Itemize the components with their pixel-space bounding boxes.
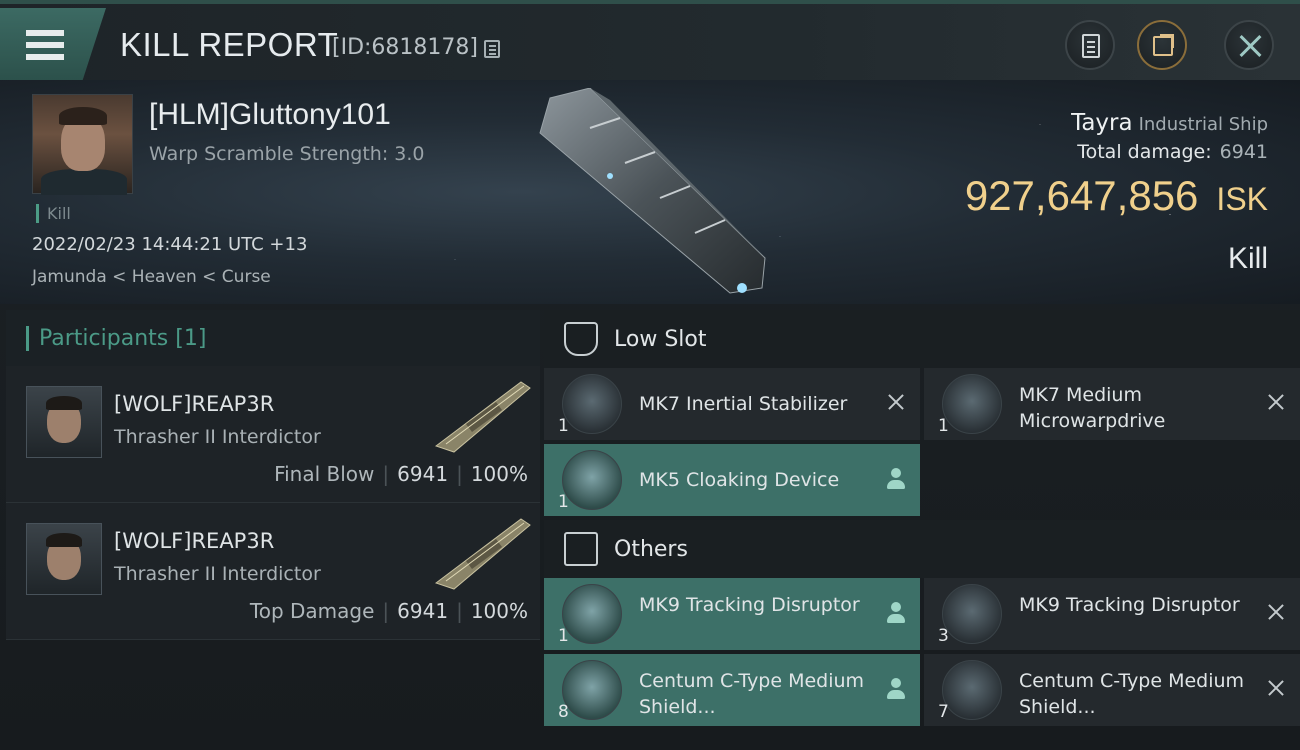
- shield-extender-icon: [942, 660, 1002, 720]
- empty-cell: [924, 444, 1300, 516]
- victim-avatar[interactable]: [32, 94, 133, 195]
- destroyed-icon: [1266, 392, 1286, 412]
- low-slot-header: Low Slot: [544, 310, 1300, 368]
- ship-class: Industrial Ship: [1138, 114, 1268, 135]
- ship-name[interactable]: Tayra Industrial Ship: [1071, 110, 1268, 136]
- participant-row[interactable]: [WOLF]REAP3R Thrasher II Interdictor Fin…: [6, 366, 540, 503]
- item-quantity: 1: [558, 626, 569, 646]
- dropped-icon: [886, 602, 906, 624]
- participant-avatar[interactable]: [26, 523, 102, 595]
- total-damage: Total damage: 6941: [1077, 141, 1268, 163]
- dropped-icon: [886, 468, 906, 490]
- item-row[interactable]: 1 MK5 Cloaking Device: [544, 444, 920, 516]
- item-quantity: 1: [558, 416, 569, 436]
- tracking-disruptor-icon: [562, 584, 622, 644]
- participants-panel: Participants [1] [WOLF]REAP3R Thrasher I…: [6, 310, 540, 750]
- participant-stats: Top Damage | 6941 | 100%: [249, 599, 528, 623]
- participant-row[interactable]: [WOLF]REAP3R Thrasher II Interdictor Top…: [6, 503, 540, 640]
- isk-value: 927,647,856 ISK: [965, 172, 1268, 220]
- kill-datetime: 2022/02/23 14:44:21 UTC +13: [32, 234, 308, 255]
- item-quantity: 1: [558, 492, 569, 512]
- hamburger-icon: [26, 30, 64, 60]
- others-label: Others: [614, 536, 688, 562]
- item-name: MK9 Tracking Disruptor: [639, 594, 860, 616]
- participant-ship-image: [434, 381, 531, 453]
- result-label: Kill: [1227, 242, 1268, 275]
- total-damage-label: Total damage:: [1077, 141, 1212, 163]
- low-slot-label: Low Slot: [614, 326, 707, 352]
- dropped-icon: [886, 678, 906, 700]
- item-row[interactable]: 1 MK7 Medium Microwarpdrive: [924, 368, 1300, 440]
- item-quantity: 7: [938, 702, 949, 722]
- participant-stats: Final Blow | 6941 | 100%: [274, 462, 528, 486]
- menu-button[interactable]: [0, 8, 106, 80]
- kill-location: Jamunda < Heaven < Curse: [32, 267, 271, 287]
- item-quantity: 8: [558, 702, 569, 722]
- participant-ship-image: [434, 518, 531, 590]
- participant-ship: Thrasher II Interdictor: [114, 426, 321, 448]
- cloaking-device-icon: [562, 450, 622, 510]
- participants-header: Participants [1]: [6, 310, 540, 366]
- item-row[interactable]: 1 MK7 Inertial Stabilizer: [544, 368, 920, 440]
- participant-ship: Thrasher II Interdictor: [114, 563, 321, 585]
- report-id: [ID:6818178]: [332, 35, 478, 60]
- share-icon: [1153, 34, 1174, 56]
- destroyed-icon: [1266, 678, 1286, 698]
- cargo-box-icon: [564, 532, 598, 566]
- participant-name: [WOLF]REAP3R: [114, 529, 275, 553]
- others-header: Others: [544, 520, 1300, 578]
- item-row[interactable]: 8 Centum C-Type Medium Shield...: [544, 654, 920, 726]
- victim-name[interactable]: [HLM]Gluttony101: [149, 98, 391, 132]
- ship-image: [539, 88, 770, 294]
- fitting-panel: Low Slot 1 MK7 Inertial Stabilizer 1 MK7…: [544, 310, 1300, 750]
- participant-percent: 100%: [470, 462, 528, 486]
- item-name: MK9 Tracking Disruptor: [1019, 594, 1240, 616]
- participant-stat-label: Final Blow: [274, 462, 375, 486]
- microwarpdrive-icon: [942, 374, 1002, 434]
- inertial-stabilizer-icon: [562, 374, 622, 434]
- share-button[interactable]: [1137, 20, 1187, 70]
- participant-damage: 6941: [397, 462, 449, 486]
- item-name: MK7 Inertial Stabilizer: [639, 393, 848, 415]
- kill-tag: Kill: [36, 204, 71, 223]
- item-name: Centum C-Type Medium Shield...: [639, 670, 865, 718]
- low-slot-icon: [564, 322, 598, 356]
- kill-report-window: { "header": { "title": "KILL REPORT", "r…: [0, 0, 1300, 750]
- tracking-disruptor-icon: [942, 584, 1002, 644]
- destroyed-icon: [1266, 602, 1286, 622]
- title-bar: KILL REPORT [ID:6818178]: [0, 0, 1300, 80]
- total-damage-value: 6941: [1219, 141, 1268, 163]
- participants-count: [1]: [175, 325, 207, 351]
- participant-percent: 100%: [470, 599, 528, 623]
- page-title: KILL REPORT: [120, 26, 339, 63]
- document-icon: [1082, 34, 1100, 58]
- item-row[interactable]: 1 MK9 Tracking Disruptor: [544, 578, 920, 650]
- item-quantity: 3: [938, 626, 949, 646]
- item-name: Centum C-Type Medium Shield...: [1019, 670, 1245, 718]
- participant-name: [WOLF]REAP3R: [114, 392, 275, 416]
- kill-banner: [HLM]Gluttony101 Warp Scramble Strength:…: [0, 80, 1300, 304]
- destroyed-icon: [886, 392, 906, 412]
- item-row[interactable]: 7 Centum C-Type Medium Shield...: [924, 654, 1300, 726]
- isk-amount: 927,647,856: [964, 172, 1199, 219]
- participant-stat-label: Top Damage: [249, 599, 375, 623]
- item-row[interactable]: 3 MK9 Tracking Disruptor: [924, 578, 1300, 650]
- participant-damage: 6941: [397, 599, 449, 623]
- close-button[interactable]: [1224, 20, 1274, 70]
- item-quantity: 1: [938, 416, 949, 436]
- participants-title: Participants: [39, 325, 169, 351]
- warp-scramble-strength: Warp Scramble Strength: 3.0: [149, 143, 425, 165]
- item-name: MK5 Cloaking Device: [639, 469, 840, 491]
- item-name: MK7 Medium Microwarpdrive: [1019, 384, 1166, 432]
- shield-extender-icon: [562, 660, 622, 720]
- ship-type: Tayra: [1071, 110, 1133, 136]
- report-doc-button[interactable]: [1065, 20, 1115, 70]
- close-icon: [1236, 32, 1264, 60]
- isk-unit: ISK: [1216, 181, 1268, 217]
- participant-avatar[interactable]: [26, 386, 102, 458]
- copy-id-icon[interactable]: [484, 40, 500, 58]
